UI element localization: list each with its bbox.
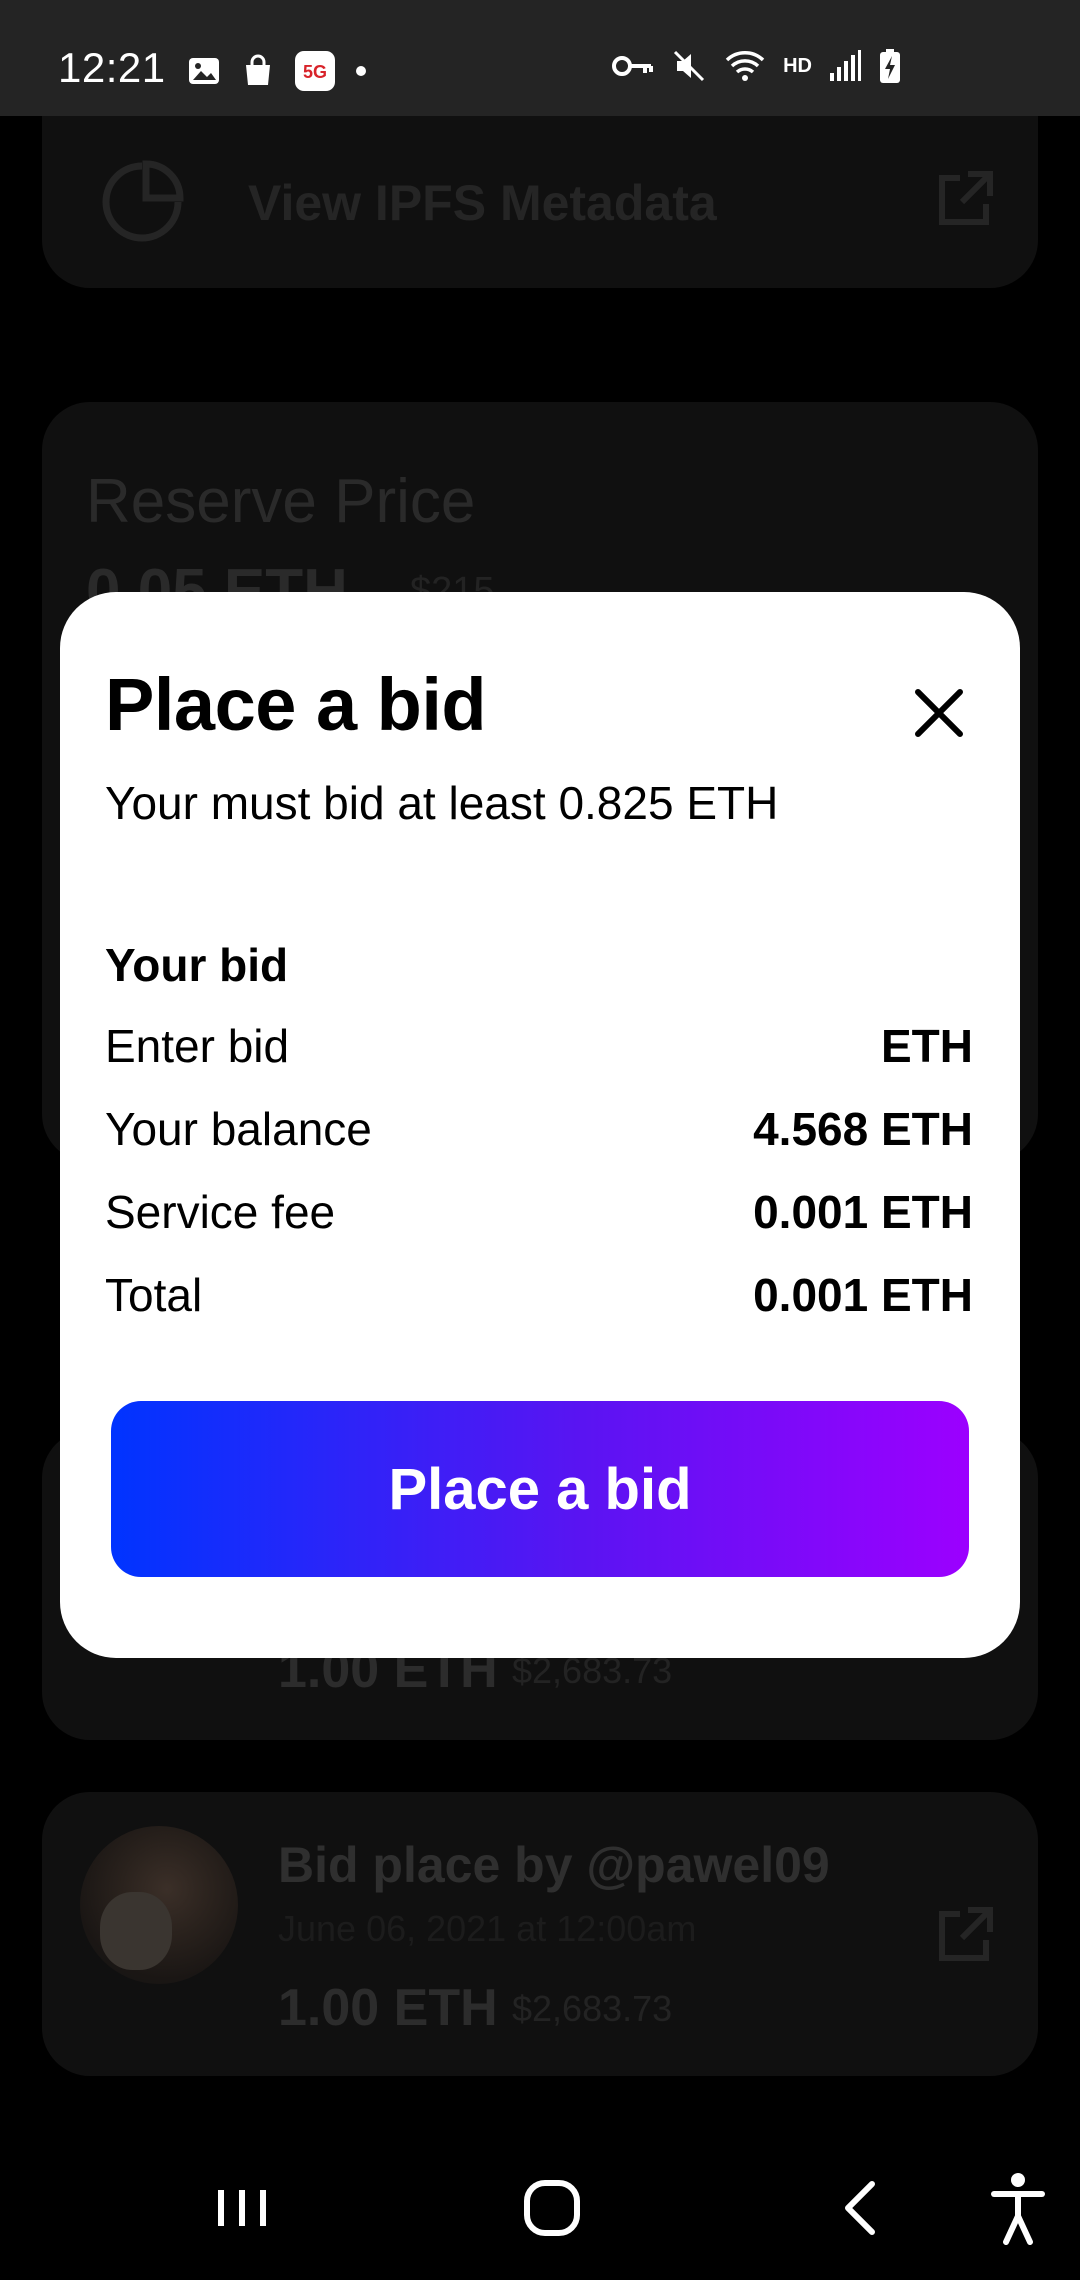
ipfs-metadata-label: View IPFS Metadata [248,175,717,231]
vpn-key-icon [612,56,654,76]
accessibility-icon[interactable] [986,2166,1050,2250]
reserve-price-label: Reserve Price [86,467,476,536]
bid-date: June 06, 2021 at 12:00am [278,1908,697,1949]
bid-unit-label: ETH [881,1020,973,1072]
balance-label: Your balance [105,1103,372,1155]
balance-value: 4.568 ETH [753,1103,973,1155]
back-icon[interactable] [820,2166,904,2250]
service-fee-label: Service fee [105,1186,336,1238]
svg-text:5G: 5G [303,62,327,82]
close-icon[interactable] [908,682,970,744]
your-bid-heading: Your bid [105,939,289,991]
dialog-title: Place a bid [105,663,487,746]
wifi-icon [725,51,765,81]
total-value: 0.001 ETH [753,1269,973,1321]
bid-amount: 1.00 ETH [278,1979,498,2037]
battery-charging-icon [880,49,900,83]
place-bid-button[interactable]: Place a bid [111,1401,969,1577]
status-bar: 12:21 5G HD [0,0,1080,116]
pie-chart-icon [102,160,184,242]
home-icon[interactable] [512,2166,596,2250]
gallery-notification-icon [189,58,219,84]
system-navigation-bar [0,2136,1080,2280]
bid-input-row: ETH [105,1016,973,1076]
service-fee-value: 0.001 ETH [753,1186,973,1238]
5g-app-icon: 5G [295,51,335,91]
service-fee-row: Service fee 0.001 ETH [105,1182,973,1242]
total-label: Total [105,1269,203,1321]
external-link-icon [939,1907,993,1961]
signal-icon [830,50,861,81]
place-bid-dialog: Place a bid Your must bid at least 0.825… [60,592,1020,1658]
mute-icon [674,50,705,82]
notification-icons: 5G [186,50,368,92]
place-bid-button-label: Place a bid [388,1456,692,1522]
shopping-bag-icon [246,54,270,85]
recents-icon[interactable] [200,2166,284,2250]
bid-title: Bid place by @pawel09 [278,1837,830,1893]
bid-amount-input[interactable] [105,1019,625,1073]
system-status-icons: HD [611,48,902,84]
bidder-avatar [80,1826,238,1984]
bid-amount-usd: $2,683.73 [512,1988,673,2029]
external-link-icon [939,171,993,225]
status-time: 12:21 [58,44,166,91]
avatar-photo-detail [100,1892,172,1970]
total-row: Total 0.001 ETH [105,1265,973,1325]
balance-row: Your balance 4.568 ETH [105,1099,973,1159]
minimum-bid-text: Your must bid at least 0.825 ETH [105,777,779,829]
network-hd-label: HD [783,54,812,77]
more-notifications-dot-icon [356,66,366,76]
